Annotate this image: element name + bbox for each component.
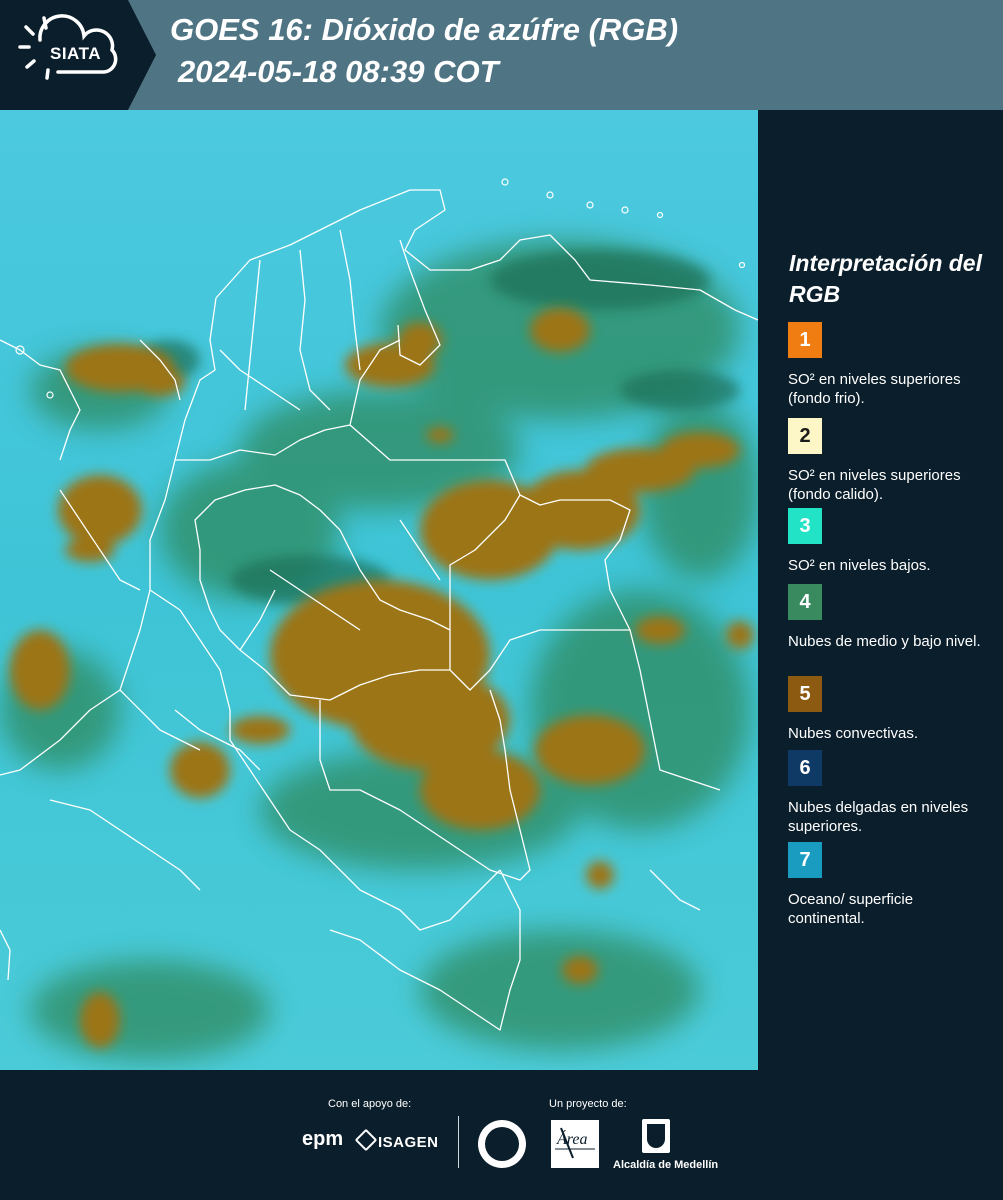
- legend-number-5: 5: [799, 682, 811, 705]
- legend-item-7: 7 Oceano/ superficie continental.: [788, 842, 988, 928]
- legend-swatch-1: 1: [788, 322, 822, 358]
- legend-number-3: 3: [799, 514, 811, 537]
- medellin-seal-logo: [478, 1120, 526, 1168]
- legend-number-2: 2: [799, 424, 811, 447]
- legend-item-3: 3 SO² en niveles bajos.: [788, 508, 988, 575]
- footer-divider: [458, 1116, 459, 1168]
- epm-logo: epm: [302, 1128, 344, 1150]
- legend-label-3: SO² en niveles bajos.: [788, 557, 931, 574]
- header-bar: SIATA GOES 16: Dióxido de azúfre (RGB) 2…: [0, 0, 1003, 110]
- alcaldia-name: Alcaldía de Medellín: [613, 1159, 719, 1171]
- support-label: Con el apoyo de:: [328, 1098, 412, 1110]
- logo-wordmark: SIATA: [50, 44, 101, 63]
- legend-item-2: 2 SO² en niveles superiores (fondo calid…: [788, 418, 988, 504]
- legend-number-1: 1: [799, 328, 811, 351]
- legend-label-1: SO² en niveles superiores (fondo frio).: [788, 371, 961, 407]
- page-timestamp: 2024-05-18 08:39 COT: [178, 54, 499, 89]
- legend-label-7: Oceano/ superficie continental.: [788, 891, 914, 927]
- footer: Con el apoyo de: Un proyecto de: epm ISA…: [0, 1070, 1003, 1200]
- siata-logo: SIATA: [0, 0, 160, 110]
- legend-swatch-5: 5: [788, 676, 822, 712]
- page-title: GOES 16: Dióxido de azúfre (RGB): [170, 12, 679, 47]
- alcaldia-crest-logo: [642, 1119, 670, 1153]
- legend-item-6: 6 Nubes delgadas en niveles superiores.: [788, 750, 988, 836]
- svg-text:Área: Área: [556, 1129, 588, 1148]
- crest-inner: [647, 1124, 665, 1148]
- legend-swatch-6: 6: [788, 750, 822, 786]
- legend-label-2: SO² en niveles superiores (fondo calido)…: [788, 467, 961, 503]
- legend-item-4: 4 Nubes de medio y bajo nivel.: [788, 584, 988, 651]
- legend-swatch-2: 2: [788, 418, 822, 454]
- legend-number-6: 6: [799, 756, 811, 779]
- legend-item-5: 5 Nubes convectivas.: [788, 676, 988, 743]
- legend-number-7: 7: [799, 848, 811, 871]
- legend-swatch-7: 7: [788, 842, 822, 878]
- isagen-logo: ISAGEN: [354, 1128, 439, 1152]
- legend-number-4: 4: [799, 590, 811, 613]
- isagen-mark-icon: [354, 1128, 378, 1152]
- legend-panel: Interpretación del RGB 1 SO² en niveles …: [760, 110, 1003, 1070]
- legend-title: Interpretación del RGB: [789, 250, 982, 307]
- area-metropolitana-logo: Área: [551, 1120, 599, 1168]
- legend-label-6: Nubes delgadas en niveles superiores.: [788, 799, 969, 835]
- isagen-name: ISAGEN: [378, 1134, 439, 1151]
- legend-label-5: Nubes convectivas.: [788, 725, 919, 742]
- satellite-map[interactable]: [0, 110, 760, 1070]
- project-label: Un proyecto de:: [549, 1098, 627, 1110]
- seal-inner: [485, 1127, 519, 1161]
- legend-label-4: Nubes de medio y bajo nivel.: [788, 633, 981, 650]
- legend-swatch-4: 4: [788, 584, 822, 620]
- legend-swatch-3: 3: [788, 508, 822, 544]
- legend-item-1: 1 SO² en niveles superiores (fondo frio)…: [788, 322, 988, 408]
